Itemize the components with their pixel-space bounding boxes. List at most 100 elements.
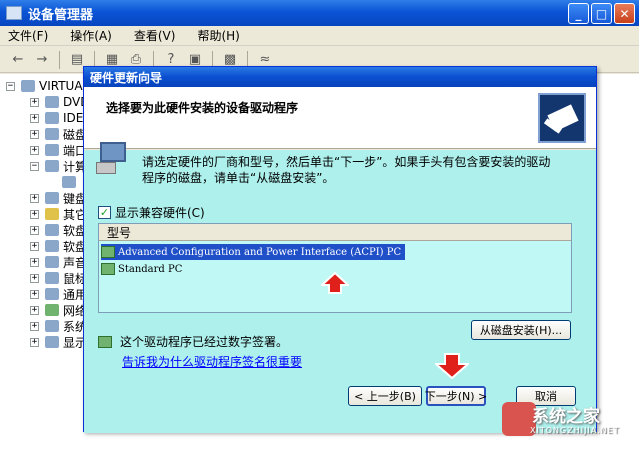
tree-item[interactable]: + DVD	[30, 94, 89, 110]
dialog-titlebar: 硬件更新向导	[84, 67, 596, 87]
dialog-body: 请选定硬件的厂商和型号，然后单击“下一步”。如果手头有包含要安装的驱动程序的磁盘…	[84, 142, 596, 433]
tree-item[interactable]: + 键盘	[30, 190, 87, 206]
maximize-button[interactable]: □	[591, 3, 612, 24]
computer-icon	[21, 80, 35, 92]
dialog-title: 硬件更新向导	[90, 70, 163, 85]
model-list[interactable]: 型号 Advanced Configuration and Power Inte…	[98, 223, 572, 313]
close-button[interactable]: ✕	[614, 3, 635, 24]
tree-item[interactable]: + 声音	[30, 254, 87, 270]
driver-certified-icon	[101, 246, 115, 258]
next-button[interactable]: 下一步(N) >	[425, 386, 487, 406]
window-title: 设备管理器	[28, 7, 94, 23]
hardware-update-wizard: 硬件更新向导 选择要为此硬件安装的设备驱动程序 请选定硬件的厂商和型号，然后单击…	[83, 66, 597, 433]
computer-base-shape	[96, 162, 116, 174]
computer-icon	[45, 160, 59, 172]
watermark-subtext: XITONGZHIJIA.NET	[530, 426, 620, 435]
hardware-card-icon	[538, 93, 586, 143]
driver-certified-icon	[101, 263, 115, 275]
expand-icon[interactable]: +	[30, 209, 39, 219]
model-name: Standard PC	[118, 263, 183, 275]
show-compatible-checkbox[interactable]: ✓	[98, 206, 111, 219]
expand-icon[interactable]: +	[30, 193, 39, 203]
tree-root-label: VIRTUAL	[39, 79, 90, 93]
display-adapter-icon	[45, 336, 59, 348]
device-manager-icon	[6, 6, 22, 20]
tree-item[interactable]: + 通用	[30, 286, 87, 302]
tree-item[interactable]: + 其它	[30, 206, 87, 222]
red-down-arrow-annotation	[435, 353, 469, 379]
expand-icon[interactable]: +	[30, 257, 39, 267]
model-list-item[interactable]: Standard PC	[101, 261, 186, 277]
tree-item[interactable]: + IDE	[30, 110, 83, 126]
floppy-drive-icon	[45, 240, 59, 252]
tree-item[interactable]: − 计算	[30, 158, 87, 174]
minimize-button[interactable]: _	[568, 3, 589, 24]
tree-item[interactable]: + 端口	[30, 142, 87, 158]
menu-file[interactable]: 文件(F)	[8, 27, 48, 44]
expand-icon[interactable]: +	[30, 305, 39, 315]
tree-item[interactable]: + 系统	[30, 318, 87, 334]
back-button[interactable]: < 上一步(B)	[348, 386, 422, 406]
tree-item[interactable]	[62, 174, 80, 190]
tree-item[interactable]: + 软盘	[30, 238, 87, 254]
dialog-header: 选择要为此硬件安装的设备驱动程序	[84, 87, 596, 149]
instruction-text: 请选定硬件的厂商和型号，然后单击“下一步”。如果手头有包含要安装的驱动程序的磁盘…	[142, 155, 551, 185]
computer-icon	[62, 176, 76, 188]
expand-icon[interactable]: +	[30, 113, 39, 123]
port-icon	[45, 144, 59, 156]
menu-action[interactable]: 操作(A)	[70, 27, 112, 44]
signed-driver-text: 这个驱动程序已经过数字签署。	[120, 335, 289, 349]
forward-arrow-icon[interactable]: →	[32, 50, 52, 70]
dialog-heading: 选择要为此硬件安装的设备驱动程序	[106, 101, 299, 115]
show-compatible-hardware-row[interactable]: ✓ 显示兼容硬件(C)	[98, 204, 205, 221]
disk-drive-icon	[45, 128, 59, 140]
toolbar-separator	[59, 50, 60, 69]
tree-item[interactable]: + 磁盘	[30, 126, 87, 142]
tree-item[interactable]: + 软盘	[30, 222, 87, 238]
model-list-item[interactable]: Advanced Configuration and Power Interfa…	[101, 244, 406, 260]
expand-icon[interactable]: +	[30, 273, 39, 283]
have-disk-button[interactable]: 从磁盘安装(H)...	[471, 320, 571, 340]
show-compatible-label[interactable]: 显示兼容硬件(C)	[115, 204, 205, 221]
main-titlebar: 设备管理器 _ □ ✕	[0, 0, 639, 26]
menubar: 文件(F) 操作(A) 查看(V) 帮助(H)	[0, 26, 639, 46]
unknown-device-icon	[45, 208, 59, 220]
tree-item[interactable]: + 网络	[30, 302, 87, 318]
expand-icon[interactable]: +	[30, 241, 39, 251]
network-adapter-icon	[45, 304, 59, 316]
model-column-label: 型号	[107, 225, 132, 240]
system-device-icon	[45, 320, 59, 332]
menu-help[interactable]: 帮助(H)	[197, 27, 239, 44]
model-name: Advanced Configuration and Power Interfa…	[118, 246, 402, 258]
signed-driver-icon	[98, 335, 112, 348]
expand-icon[interactable]: +	[30, 129, 39, 139]
tree-item-label: IDE	[63, 111, 84, 125]
expand-icon[interactable]: +	[30, 97, 39, 107]
expand-icon[interactable]: +	[30, 225, 39, 235]
floppy-controller-icon	[45, 224, 59, 236]
computer-hardware-icon	[96, 142, 126, 176]
watermark-text: 系统之家	[532, 407, 600, 427]
expand-icon[interactable]: +	[30, 145, 39, 155]
sound-icon	[45, 256, 59, 268]
usb-icon	[45, 288, 59, 300]
signed-driver-row: 这个驱动程序已经过数字签署。	[98, 333, 288, 350]
expand-icon[interactable]: +	[30, 337, 39, 347]
site-watermark: 系统之家 XITONGZHIJIA.NET	[502, 402, 639, 453]
window-controls: _ □ ✕	[568, 3, 635, 24]
tree-root[interactable]: − VIRTUAL	[6, 78, 89, 94]
model-column-header[interactable]: 型号	[99, 224, 571, 241]
dvd-drive-icon	[45, 96, 59, 108]
menu-view[interactable]: 查看(V)	[134, 27, 176, 44]
mouse-icon	[45, 272, 59, 284]
back-arrow-icon[interactable]: ←	[8, 50, 28, 70]
driver-signing-link[interactable]: 告诉我为什么驱动程序签名很重要	[122, 353, 302, 370]
keyboard-icon	[45, 192, 59, 204]
tree-item[interactable]: + 鼠标	[30, 270, 87, 286]
expand-icon[interactable]: +	[30, 289, 39, 299]
collapse-icon[interactable]: −	[30, 161, 39, 171]
collapse-icon[interactable]: −	[6, 81, 15, 91]
tree-item[interactable]: + 显示	[30, 334, 87, 350]
expand-icon[interactable]: +	[30, 321, 39, 331]
ide-controller-icon	[45, 112, 59, 124]
